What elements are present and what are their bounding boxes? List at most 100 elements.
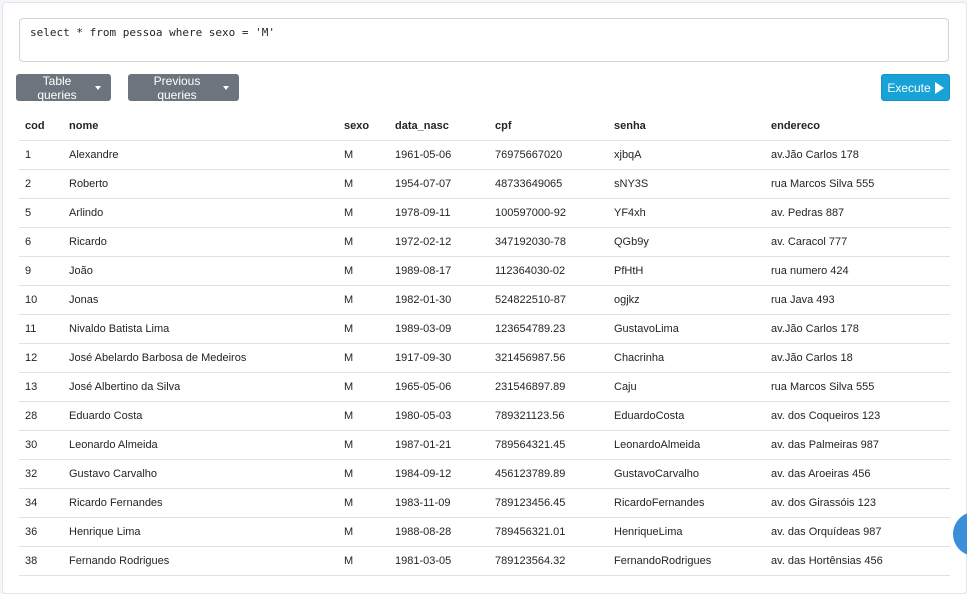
cell-data_nasc: 1989-03-09 — [389, 314, 489, 344]
cell-senha: QGb9y — [608, 227, 765, 257]
cell-senha: Caju — [608, 372, 765, 402]
cell-cod: 6 — [19, 227, 63, 257]
column-header[interactable]: cpf — [489, 112, 608, 141]
cell-sexo: M — [338, 517, 389, 547]
cell-sexo: M — [338, 546, 389, 576]
cell-data_nasc: 1981-03-05 — [389, 546, 489, 576]
cell-endereco: av. das Orquídeas 987 — [765, 517, 950, 547]
cell-senha: PfHtH — [608, 256, 765, 286]
cell-sexo: M — [338, 285, 389, 315]
cell-endereco: av. Pedras 887 — [765, 198, 950, 228]
cell-cpf: 789321123.56 — [489, 401, 608, 431]
cell-cod: 28 — [19, 401, 63, 431]
cell-senha: ogjkz — [608, 285, 765, 315]
table-row: 2 Roberto M 1954-07-07 48733649065 sNY3S rua M… — [19, 169, 950, 199]
previous-queries-button[interactable]: Previous queries — [128, 73, 239, 102]
execute-button[interactable]: Execute — [881, 74, 950, 101]
cell-nome: Jonas — [63, 285, 338, 315]
cell-cod: 38 — [19, 546, 63, 576]
cell-data_nasc: 1982-01-30 — [389, 285, 489, 315]
cell-data_nasc: 1988-08-28 — [389, 517, 489, 547]
cell-endereco: av.Jão Carlos 18 — [765, 343, 950, 373]
cell-senha: FernandoRodrigues — [608, 546, 765, 576]
table-header-row: cod nome sexo data_nasc cpf senha endere… — [19, 112, 950, 141]
cell-cod: 12 — [19, 343, 63, 373]
cell-cpf: 789123564.32 — [489, 546, 608, 576]
cell-cpf: 321456987.56 — [489, 343, 608, 373]
cell-data_nasc: 1972-02-12 — [389, 227, 489, 257]
cell-endereco: rua Marcos Silva 555 — [765, 372, 950, 402]
cell-cod: 10 — [19, 285, 63, 315]
cell-endereco: av. das Palmeiras 987 — [765, 430, 950, 460]
column-header[interactable]: sexo — [338, 112, 389, 141]
cell-cpf: 112364030-02 — [489, 256, 608, 286]
column-header[interactable]: data_nasc — [389, 112, 489, 141]
cell-endereco: av.Jão Carlos 178 — [765, 140, 950, 170]
cell-cod: 36 — [19, 517, 63, 547]
cell-data_nasc: 1917-09-30 — [389, 343, 489, 373]
cell-sexo: M — [338, 372, 389, 402]
cell-senha: RicardoFernandes — [608, 488, 765, 518]
cell-endereco: av. das Aroeiras 456 — [765, 459, 950, 489]
cell-cod: 32 — [19, 459, 63, 489]
cell-nome: Arlindo — [63, 198, 338, 228]
cell-senha: xjbqA — [608, 140, 765, 170]
table-row: 32 Gustavo Carvalho M 1984-09-12 456123789.8… — [19, 459, 950, 489]
column-header[interactable]: cod — [19, 112, 63, 141]
cell-endereco: rua Marcos Silva 555 — [765, 169, 950, 199]
cell-data_nasc: 1954-07-07 — [389, 169, 489, 199]
cell-cod: 1 — [19, 140, 63, 170]
cell-nome: José Albertino da Silva — [63, 372, 338, 402]
cell-senha: GustavoLima — [608, 314, 765, 344]
cell-cod: 11 — [19, 314, 63, 344]
previous-queries-label: Previous queries — [153, 73, 201, 102]
cell-sexo: M — [338, 401, 389, 431]
cell-nome: Gustavo Carvalho — [63, 459, 338, 489]
column-header[interactable]: endereco — [765, 112, 950, 141]
table-row: 38 Fernando Rodrigues M 1981-03-05 789123564… — [19, 546, 950, 576]
cell-cpf: 231546897.89 — [489, 372, 608, 402]
table-row: 11 Nivaldo Batista Lima M 1989-03-09 1236547… — [19, 314, 950, 344]
cell-cpf: 48733649065 — [489, 169, 608, 199]
cell-endereco: av.Jão Carlos 178 — [765, 314, 950, 344]
cell-sexo: M — [338, 140, 389, 170]
cell-sexo: M — [338, 430, 389, 460]
cell-data_nasc: 1961-05-06 — [389, 140, 489, 170]
cell-sexo: M — [338, 459, 389, 489]
cell-data_nasc: 1984-09-12 — [389, 459, 489, 489]
cell-nome: João — [63, 256, 338, 286]
table-row: 5 Arlindo M 1978-09-11 100597000-92 YF4xh av. … — [19, 198, 950, 228]
cell-cpf: 123654789.23 — [489, 314, 608, 344]
column-header[interactable]: nome — [63, 112, 338, 141]
caret-down-icon — [95, 85, 101, 90]
cell-cpf: 789123456.45 — [489, 488, 608, 518]
cell-sexo: M — [338, 488, 389, 518]
table-queries-button[interactable]: Table queries — [16, 74, 111, 102]
cell-cod: 30 — [19, 430, 63, 460]
cell-endereco: av. dos Coqueiros 123 — [765, 401, 950, 431]
cell-data_nasc: 1978-09-11 — [389, 198, 489, 228]
cell-senha: GustavoCarvalho — [608, 459, 765, 489]
cell-sexo: M — [338, 169, 389, 199]
cell-cpf: 789564321.45 — [489, 430, 608, 460]
cell-sexo: M — [338, 314, 389, 344]
cell-data_nasc: 1983-11-09 — [389, 488, 489, 518]
cell-sexo: M — [338, 343, 389, 373]
table-row: 28 Eduardo Costa M 1980-05-03 789321123.56 Ed… — [19, 401, 950, 431]
table-row: 6 Ricardo M 1972-02-12 347192030-78 QGb9y av. … — [19, 227, 950, 257]
cell-cpf: 789456321.01 — [489, 517, 608, 547]
cell-nome: Nivaldo Batista Lima — [63, 314, 338, 344]
results-table: cod nome sexo data_nasc cpf senha endere… — [19, 112, 950, 576]
sql-query-input[interactable] — [19, 18, 949, 62]
cell-senha: EduardoCosta — [608, 401, 765, 431]
cell-nome: Roberto — [63, 169, 338, 199]
caret-down-icon — [223, 85, 229, 90]
cell-endereco: av. dos Girassóis 123 — [765, 488, 950, 518]
column-header[interactable]: senha — [608, 112, 765, 141]
cell-data_nasc: 1965-05-06 — [389, 372, 489, 402]
cell-senha: LeonardoAlmeida — [608, 430, 765, 460]
cell-cod: 34 — [19, 488, 63, 518]
cell-nome: Leonardo Almeida — [63, 430, 338, 460]
cell-nome: José Abelardo Barbosa de Medeiros — [63, 343, 338, 373]
cell-cpf: 524822510-87 — [489, 285, 608, 315]
